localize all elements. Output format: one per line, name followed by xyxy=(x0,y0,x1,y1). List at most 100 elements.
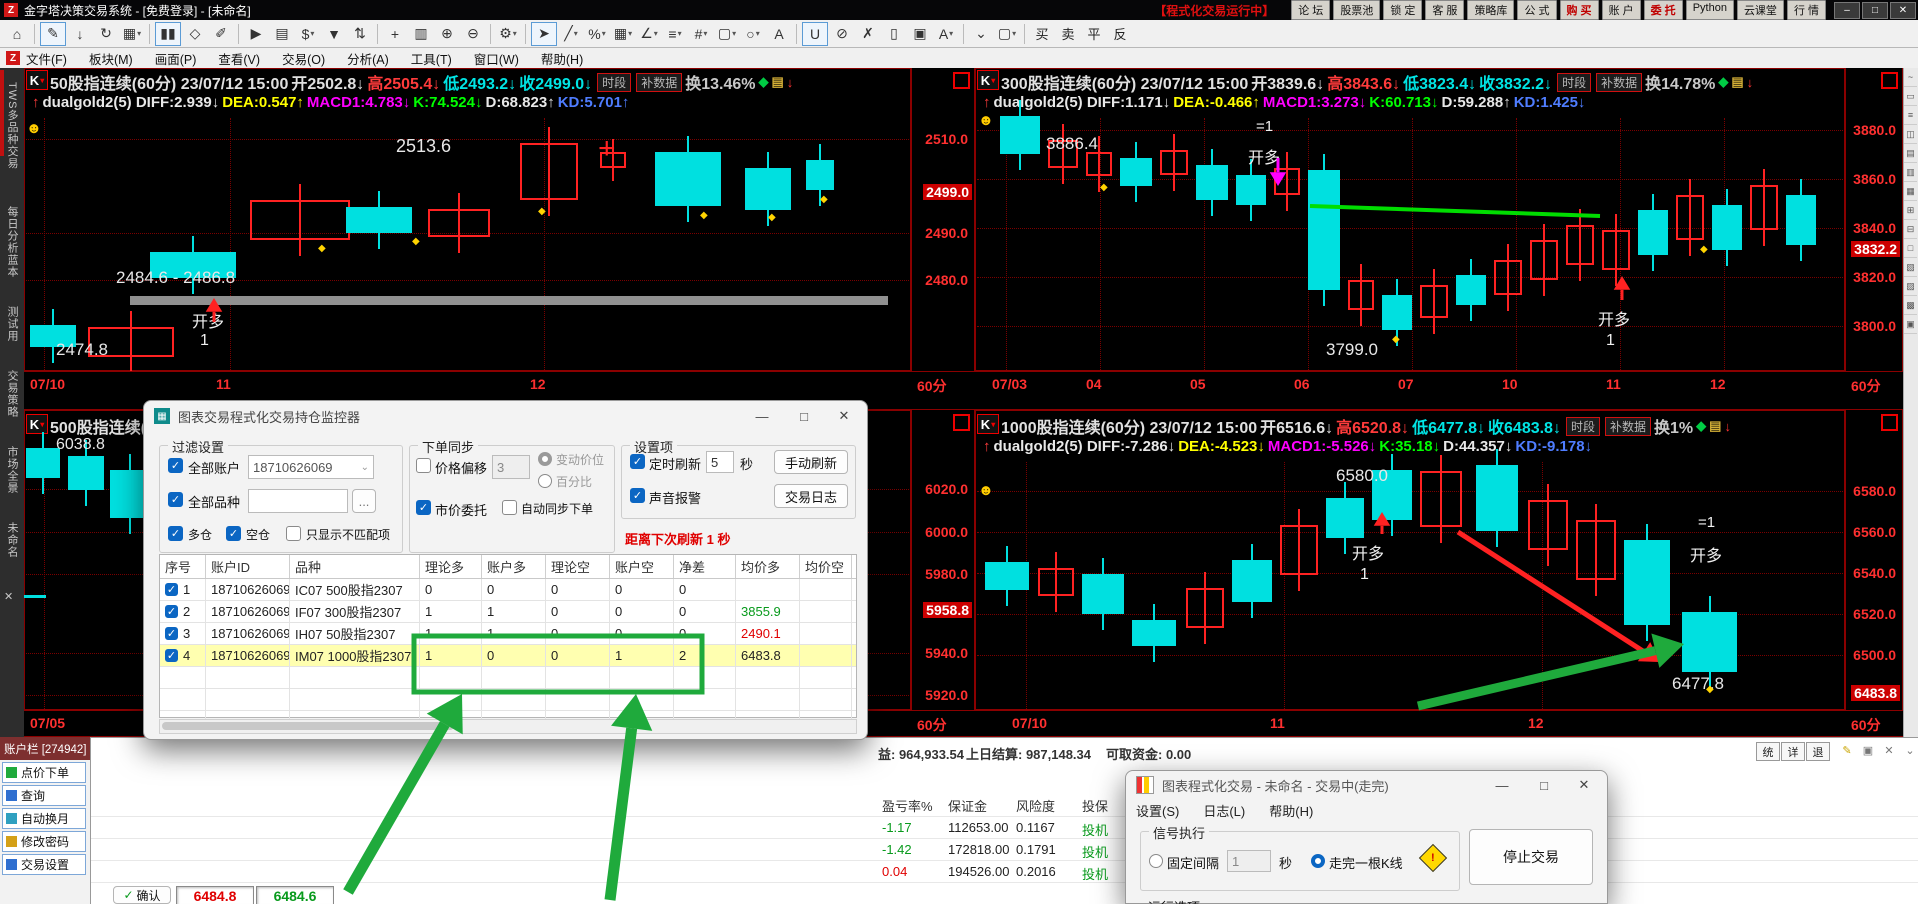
period-label[interactable]: 60分 xyxy=(917,715,947,735)
trash-icon[interactable]: ▯ xyxy=(882,23,906,45)
position-row[interactable]: ✓ 4 18710626069 IM07 1000股指2307 1 0 0 1 2 6483.8 xyxy=(160,645,856,667)
right-strip-icon-10[interactable]: ▧ xyxy=(1904,258,1917,277)
refresh-interval-input[interactable]: 5 xyxy=(706,451,734,473)
trade-log-button[interactable]: 交易日志 xyxy=(774,484,848,508)
tick-offset-radio[interactable] xyxy=(538,452,552,466)
sound-alarm-checkbox[interactable]: ✓ xyxy=(630,488,645,503)
exec-minimize-button[interactable]: — xyxy=(1483,772,1521,798)
titlebar-button-账户[interactable]: 账 户 xyxy=(1601,0,1641,20)
symbol-browse-button[interactable]: ... xyxy=(352,489,376,513)
header-button-补数据[interactable]: 补数据 xyxy=(1596,72,1643,92)
lock-icon[interactable]: ▣ xyxy=(908,23,932,45)
position-row[interactable]: ✓ 3 18710626069 IH07 50股指2307 1 1 0 0 0 2490.1 xyxy=(160,623,856,645)
positions-header-净差[interactable]: 净差 xyxy=(674,555,736,578)
angle-icon[interactable]: ∠ ▾ xyxy=(637,23,661,45)
close-button[interactable]: ✕ xyxy=(1890,1,1916,19)
right-strip-icon-0[interactable]: ~ xyxy=(1904,68,1917,87)
eraser-icon[interactable]: ⊘ xyxy=(830,23,854,45)
titlebar-button-购买[interactable]: 购 买 xyxy=(1559,0,1599,20)
period-label[interactable]: 60分 xyxy=(1851,715,1881,735)
font-color-icon[interactable]: A ▾ xyxy=(934,23,958,45)
right-strip-icon-1[interactable]: ▭ xyxy=(1904,87,1917,106)
exec-close-button[interactable]: ✕ xyxy=(1565,772,1603,798)
menu-画面(P)[interactable]: 画面(P) xyxy=(155,49,197,68)
positions-header-账户空[interactable]: 账户空 xyxy=(610,555,674,578)
kline-type-button[interactable]: K ▾ xyxy=(26,70,48,90)
price-offset-checkbox[interactable] xyxy=(416,458,431,473)
underline-icon[interactable]: U xyxy=(802,21,828,46)
bid-price-box[interactable]: 6484.8 xyxy=(176,886,254,904)
zoom-out-icon[interactable]: ⊖ xyxy=(461,23,485,45)
auto-rollover-button[interactable]: 自动换月 xyxy=(2,808,86,829)
left-tab-市场全景[interactable]: 市场全景 xyxy=(4,446,20,494)
layout-grid-icon[interactable]: ▦ ▾ xyxy=(120,23,144,45)
diamond-tool-icon[interactable]: ◇ xyxy=(183,23,207,45)
positions-header-理论空[interactable]: 理论空 xyxy=(546,555,610,578)
exec-menu-日志(L)[interactable]: 日志(L) xyxy=(1203,801,1245,821)
home-icon[interactable]: ⌂ xyxy=(5,23,29,45)
positions-header-均价多[interactable]: 均价多 xyxy=(736,555,800,578)
positions-header-序号[interactable]: 序号 xyxy=(160,555,206,578)
list-icon[interactable]: ▥ xyxy=(409,23,433,45)
right-strip-icon-11[interactable]: ▨ xyxy=(1904,277,1917,296)
left-strip-close-icon[interactable]: ✕ xyxy=(4,590,14,603)
mismatch-only-checkbox[interactable] xyxy=(286,526,301,541)
refresh-icon[interactable]: ↻ xyxy=(94,23,118,45)
titlebar-button-客服[interactable]: 客 服 xyxy=(1425,0,1465,20)
header-button-补数据[interactable]: 补数据 xyxy=(636,72,683,92)
menu-板块(M)[interactable]: 板块(M) xyxy=(89,49,133,68)
gear-icon[interactable]: ⚙ ▾ xyxy=(496,23,520,45)
titlebar-button-委托[interactable]: 委 托 xyxy=(1643,0,1683,20)
exec-menu-设置(S)[interactable]: 设置(S) xyxy=(1136,801,1179,821)
per-bar-radio[interactable] xyxy=(1311,854,1325,868)
row-checkbox[interactable]: ✓ xyxy=(165,627,178,640)
monitor-minimize-button[interactable]: — xyxy=(743,403,781,429)
period-label[interactable]: 60分 xyxy=(1851,376,1881,396)
fixed-interval-radio[interactable] xyxy=(1149,854,1163,868)
row-checkbox[interactable]: ✓ xyxy=(165,649,178,662)
all-accounts-checkbox[interactable]: ✓ xyxy=(168,458,183,473)
panel-button-详[interactable]: 详 xyxy=(1781,742,1805,761)
right-strip-icon-9[interactable]: □ xyxy=(1904,239,1917,258)
chart-maximize-icon[interactable] xyxy=(1881,414,1898,431)
report-icon[interactable]: ▤ xyxy=(270,23,294,45)
fixed-interval-input[interactable]: 1 xyxy=(1227,850,1271,872)
right-strip-icon-6[interactable]: ▦ xyxy=(1904,182,1917,201)
window-icon[interactable]: ▢ ▾ xyxy=(995,23,1019,45)
titlebar-button-策略库[interactable]: 策略库 xyxy=(1467,0,1515,20)
titlebar-button-锁定[interactable]: 锁 定 xyxy=(1383,0,1423,20)
pin-icon[interactable]: ▣ xyxy=(1857,742,1879,759)
exec-menu-帮助(H)[interactable]: 帮助(H) xyxy=(1269,801,1313,821)
row-checkbox[interactable]: ✓ xyxy=(165,583,178,596)
kline-type-button[interactable]: K ▾ xyxy=(977,70,999,90)
panel-button-退[interactable]: 退 xyxy=(1806,742,1830,761)
monitor-maximize-button[interactable]: □ xyxy=(785,403,823,429)
position-row[interactable]: ✓ 2 18710626069 IF07 300股指2307 1 1 0 0 0 3855.9 xyxy=(160,601,856,623)
timer-refresh-checkbox[interactable]: ✓ xyxy=(630,454,645,469)
header-button-补数据[interactable]: 补数据 xyxy=(1604,416,1651,436)
titlebar-button-Python[interactable]: Python xyxy=(1685,0,1734,20)
panel-close-icon[interactable]: ✕ xyxy=(1878,742,1900,759)
query-button[interactable]: 查询 xyxy=(2,785,86,806)
left-tab-交易策略[interactable]: 交易策略 xyxy=(4,370,20,418)
menu-交易(O)[interactable]: 交易(O) xyxy=(282,49,325,68)
text-icon[interactable]: A xyxy=(767,23,791,45)
download-icon[interactable]: ↓ xyxy=(68,23,92,45)
long-filter-checkbox[interactable]: ✓ xyxy=(168,526,183,541)
right-strip-icon-4[interactable]: ▤ xyxy=(1904,144,1917,163)
chart-maximize-icon[interactable] xyxy=(953,72,970,89)
left-tab-测试用[interactable]: 测试用 xyxy=(4,306,20,342)
positions-header-账户ID[interactable]: 账户ID xyxy=(206,555,290,578)
menu-文件(F)[interactable]: 文件(F) xyxy=(26,49,67,68)
symbol-input[interactable] xyxy=(248,489,348,513)
pencil-icon[interactable]: ✎ xyxy=(1836,742,1858,759)
rect-icon[interactable]: ▢ ▾ xyxy=(715,23,739,45)
filter-icon[interactable]: ▼ xyxy=(322,23,346,45)
exec-maximize-button[interactable]: □ xyxy=(1525,772,1563,798)
grid-icon[interactable]: ▦ ▾ xyxy=(611,23,635,45)
titlebar-button-云课堂[interactable]: 云课堂 xyxy=(1736,0,1784,20)
left-tab-未命名[interactable]: 未命名 xyxy=(4,522,20,558)
market-order-checkbox[interactable]: ✓ xyxy=(416,500,431,515)
right-strip-icon-3[interactable]: ◫ xyxy=(1904,125,1917,144)
move-icon[interactable]: + xyxy=(383,23,407,45)
